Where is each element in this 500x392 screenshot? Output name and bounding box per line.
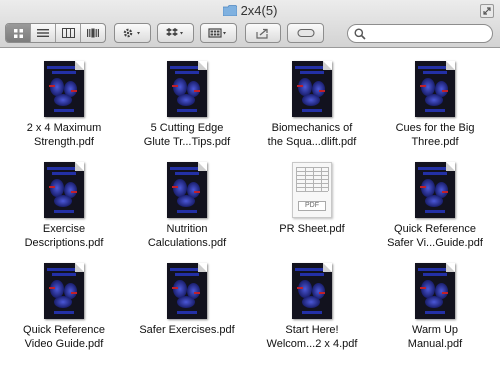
view-mode-control[interactable] <box>5 23 106 43</box>
file-name: Start Here! Welcom...2 x 4.pdf <box>266 324 358 350</box>
cover-page <box>44 162 84 218</box>
gear-icon <box>123 28 140 38</box>
share-button[interactable] <box>245 23 281 43</box>
pdf-document-thumbnail-icon <box>292 263 332 319</box>
coverflow-view-icon <box>87 28 99 38</box>
file-name: Quick Reference Video Guide.pdf <box>23 324 105 350</box>
tags-button[interactable] <box>287 23 324 43</box>
sheet-page: PDF <box>292 162 332 218</box>
file-item[interactable]: Exercise Descriptions.pdf <box>2 162 126 250</box>
share-icon <box>256 28 268 39</box>
pdf-document-thumbnail-icon <box>415 61 455 117</box>
cover-page <box>167 61 207 117</box>
view-list-mode-button[interactable] <box>30 24 55 42</box>
pdf-document-thumbnail-icon <box>415 263 455 319</box>
file-name: Exercise Descriptions.pdf <box>24 223 104 249</box>
spreadsheet-pdf-thumbnail-icon: PDF <box>292 162 332 218</box>
pdf-document-thumbnail-icon <box>44 162 84 218</box>
view-column-mode-button[interactable] <box>55 24 80 42</box>
window-title-bar: 2x4(5) <box>0 3 500 19</box>
file-item[interactable]: 5 Cutting Edge Glute Tr...Tips.pdf <box>125 61 249 149</box>
cover-page <box>415 61 455 117</box>
pdf-document-thumbnail-icon <box>167 162 207 218</box>
file-item[interactable]: Cues for the Big Three.pdf <box>373 61 497 149</box>
file-grid: 2 x 4 Maximum Strength.pdf 5 Cutting Edge… <box>0 49 500 392</box>
pdf-document-thumbnail-icon <box>44 61 84 117</box>
file-item[interactable]: Quick Reference Video Guide.pdf <box>2 263 126 351</box>
fullscreen-button[interactable] <box>480 4 494 18</box>
icon-view-icon <box>13 28 23 38</box>
window-title: 2x4(5) <box>240 3 278 18</box>
cover-page <box>167 162 207 218</box>
view-coverflow-mode-button[interactable] <box>80 24 105 42</box>
file-item[interactable]: PDF PR Sheet.pdf <box>250 162 374 236</box>
list-view-icon <box>37 29 49 37</box>
file-name: Biomechanics of the Squa...dlift.pdf <box>267 122 357 148</box>
cover-page <box>415 263 455 319</box>
file-item[interactable]: Nutrition Calculations.pdf <box>125 162 249 250</box>
pdf-document-thumbnail-icon <box>292 61 332 117</box>
arrange-icon <box>207 28 226 38</box>
file-name: 2 x 4 Maximum Strength.pdf <box>26 122 102 148</box>
cover-page <box>44 263 84 319</box>
folder-icon <box>222 5 237 16</box>
window-toolbar: 2x4(5) <box>0 0 500 48</box>
file-item[interactable]: Quick Reference Safer Vi...Guide.pdf <box>373 162 497 250</box>
file-name: 5 Cutting Edge Glute Tr...Tips.pdf <box>143 122 231 148</box>
file-name: Cues for the Big Three.pdf <box>395 122 475 148</box>
file-item[interactable]: 2 x 4 Maximum Strength.pdf <box>2 61 126 149</box>
file-item[interactable]: Safer Exercises.pdf <box>125 263 249 337</box>
search-icon <box>354 28 366 40</box>
tag-icon <box>296 28 315 38</box>
column-view-icon <box>61 28 75 38</box>
pdf-document-thumbnail-icon <box>415 162 455 218</box>
search-field[interactable] <box>347 24 493 43</box>
pdf-label: PDF <box>298 201 326 211</box>
arrange-menu-button[interactable] <box>200 23 237 43</box>
file-name: Quick Reference Safer Vi...Guide.pdf <box>387 223 483 249</box>
file-name: PR Sheet.pdf <box>279 223 345 235</box>
pdf-document-thumbnail-icon <box>44 263 84 319</box>
file-item[interactable]: Start Here! Welcom...2 x 4.pdf <box>250 263 374 351</box>
view-icon-mode-button[interactable] <box>6 24 30 42</box>
cover-page <box>44 61 84 117</box>
fullscreen-icon <box>483 7 491 15</box>
pdf-document-thumbnail-icon <box>167 263 207 319</box>
dropbox-icon <box>165 28 183 36</box>
file-name: Nutrition Calculations.pdf <box>147 223 227 249</box>
file-item[interactable]: Biomechanics of the Squa...dlift.pdf <box>250 61 374 149</box>
cover-page <box>415 162 455 218</box>
file-item[interactable]: Warm Up Manual.pdf <box>373 263 497 351</box>
cover-page <box>292 61 332 117</box>
pdf-document-thumbnail-icon <box>167 61 207 117</box>
cover-page <box>292 263 332 319</box>
file-name: Warm Up Manual.pdf <box>407 324 463 350</box>
action-menu-button[interactable] <box>114 23 151 43</box>
dropbox-menu-button[interactable] <box>157 23 194 43</box>
file-name: Safer Exercises.pdf <box>139 324 235 336</box>
cover-page <box>167 263 207 319</box>
